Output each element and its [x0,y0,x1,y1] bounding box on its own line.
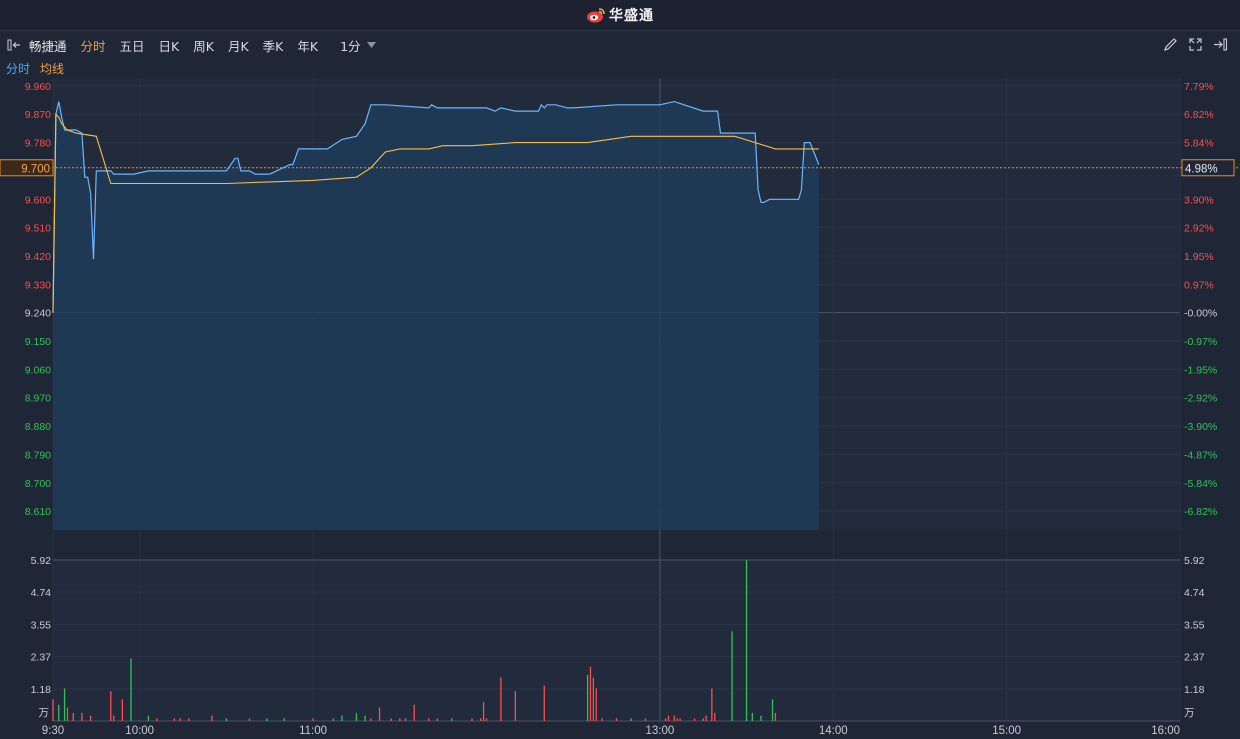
volume-tick-label: 4.74 [31,587,52,599]
pct-tick-label: 2.92% [1184,223,1214,235]
time-tick-label: 10:00 [125,725,154,737]
volume-tick-label: 3.55 [31,619,52,631]
volume-tick-label-right: 1.18 [1184,684,1205,696]
volume-unit-label-right: 万 [1184,707,1195,719]
time-tick-label: 11:00 [299,725,327,737]
price-tick-label: 9.330 [25,279,51,291]
pct-tick-label: 3.90% [1184,194,1214,206]
volume-tick-label: 1.18 [31,684,52,696]
pct-tick-label: 6.82% [1184,109,1214,121]
pct-tick-label: -2.92% [1184,393,1217,405]
time-tick-label: 9:30 [42,725,64,737]
time-tick-label: 13:00 [645,725,674,737]
pct-tick-label: -0.00% [1184,308,1217,320]
volume-tick-label-right: 5.92 [1184,555,1205,567]
price-tick-label: 9.600 [25,194,51,206]
volume-tick-label-right: 4.74 [1184,587,1205,599]
time-tick-label: 15:00 [992,725,1021,737]
pct-tick-label: -5.84% [1184,478,1217,490]
price-tick-label: 8.880 [25,421,51,433]
volume-tick-label: 2.37 [31,652,52,664]
current-price-label: 9.700 [21,163,50,175]
pct-tick-label: 5.84% [1184,138,1214,150]
time-tick-label: 14:00 [819,725,848,737]
pct-tick-label: -3.90% [1184,421,1217,433]
price-tick-label: 9.060 [25,364,51,376]
price-tick-label: 9.510 [25,223,51,235]
price-tick-label: 9.960 [25,81,51,93]
pct-tick-label: 7.79% [1184,81,1214,93]
price-tick-label: 8.610 [25,506,51,518]
intraday-chart[interactable]: 9.960 7.79% 9.870 6.82% 9.780 5.84% 9.600 3.90%… [0,0,1240,739]
price-tick-label: 8.970 [25,393,51,405]
price-tick-label: 9.870 [25,109,51,121]
pct-tick-label: 1.95% [1184,251,1214,263]
price-tick-label: 9.240 [25,308,51,320]
time-tick-label: 16:00 [1151,725,1180,737]
price-tick-label: 9.780 [25,138,51,150]
pct-tick-label: -6.82% [1184,506,1217,518]
pct-tick-label: -4.87% [1184,449,1217,461]
price-tick-label: 8.700 [25,478,51,490]
volume-tick-label-right: 2.37 [1184,652,1205,664]
current-pct-label: 4.98% [1185,163,1218,175]
pct-tick-label: -0.97% [1184,336,1217,348]
volume-tick-label-right: 3.55 [1184,619,1205,631]
pct-tick-label: -1.95% [1184,364,1217,376]
price-tick-label: 9.420 [25,251,51,263]
pct-tick-label: 0.97% [1184,279,1214,291]
price-tick-label: 9.150 [25,336,51,348]
volume-panel-bg [53,560,1180,721]
volume-unit-label: 万 [39,707,50,719]
volume-tick-label: 5.92 [31,555,52,567]
price-tick-label: 8.790 [25,449,51,461]
